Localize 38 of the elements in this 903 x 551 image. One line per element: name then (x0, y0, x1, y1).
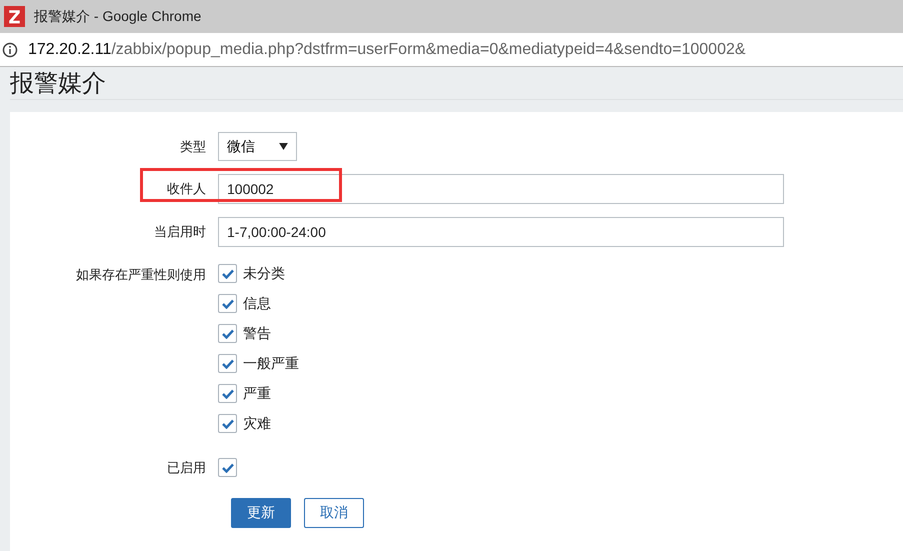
checkbox-label: 信息 (243, 294, 271, 312)
checkbox[interactable] (218, 354, 237, 373)
checkbox[interactable] (218, 264, 237, 283)
checkmark-icon (222, 388, 234, 398)
cancel-button[interactable]: 取消 (304, 498, 364, 528)
checkbox-label: 严重 (243, 384, 271, 402)
input-field[interactable]: 100002 (218, 174, 784, 204)
checkbox[interactable] (218, 384, 237, 403)
checkmark-icon (222, 418, 234, 428)
url-path: /zabbix/popup_media.php?dstfrm=userForm&media=0&mediatypeid=4&sendto=100002& (111, 40, 746, 58)
field-label: 已启用 (167, 460, 206, 474)
checkmark-icon (222, 298, 234, 308)
field-label: 类型 (180, 138, 206, 154)
checkmark-icon (222, 462, 234, 472)
checkbox[interactable] (218, 324, 237, 343)
checkbox-label: 一般严重 (243, 354, 299, 372)
checkbox[interactable] (218, 294, 237, 313)
field-label: 收件人 (167, 181, 206, 196)
page-heading: 报警媒介 (10, 67, 903, 100)
update-button[interactable]: 更新 (231, 498, 291, 528)
info-icon[interactable] (2, 42, 18, 58)
url-host: 172.20.2.11 (28, 40, 112, 58)
checkbox[interactable] (218, 458, 237, 477)
window-title: 报警媒介 - Google Chrome (34, 8, 202, 26)
caret-icon (279, 143, 288, 150)
checkmark-icon (222, 268, 234, 278)
checkbox[interactable] (218, 414, 237, 433)
field-label: 如果存在严重性则使用 (76, 267, 206, 282)
input-field[interactable]: 1-7,00:00-24:00 (218, 217, 784, 247)
app-logo-icon (4, 6, 25, 27)
checkbox-label: 未分类 (243, 264, 285, 282)
address-bar[interactable]: 172.20.2.11/zabbix/popup_media.php?dstfrm=userForm&media=0&mediatypeid=4&sendto=100002& (0, 33, 903, 67)
checkbox-label: 警告 (243, 324, 271, 342)
checkmark-icon (222, 328, 234, 338)
checkmark-icon (222, 358, 234, 368)
checkbox-label: 灾难 (243, 414, 271, 432)
type-select[interactable]: 微信 (218, 132, 297, 161)
field-label: 当启用时 (154, 224, 206, 239)
